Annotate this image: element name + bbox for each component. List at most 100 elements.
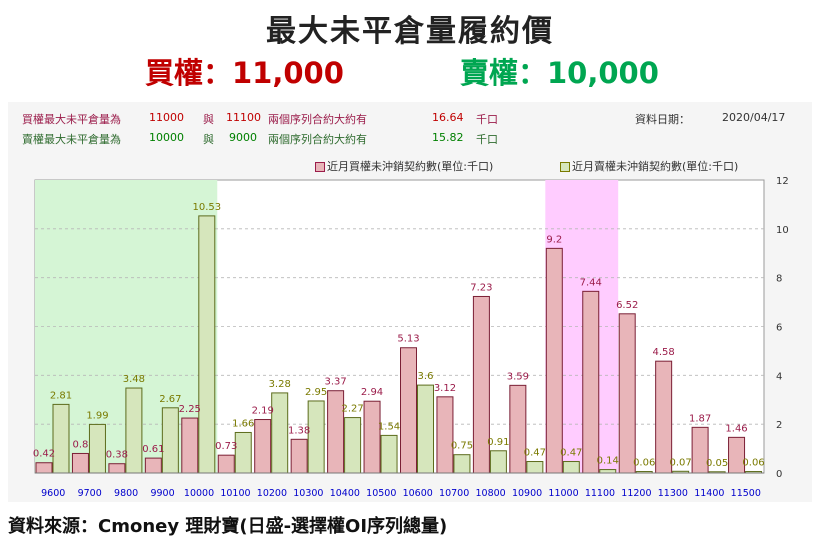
x-tick-label: 10300	[293, 488, 323, 499]
put-bar	[562, 461, 580, 474]
y-tick-label: 8	[776, 274, 782, 285]
x-tick-label: 9800	[114, 488, 138, 499]
x-tick-label: 10900	[512, 488, 542, 499]
put-data-label: 3.6	[418, 371, 434, 382]
put-bar	[489, 450, 507, 474]
call-data-label: 4.58	[653, 347, 675, 358]
call-data-label: 2.25	[179, 404, 201, 415]
put-data-label: 0.75	[451, 441, 473, 452]
call-bar	[71, 452, 89, 474]
put-data-label: 0.06	[742, 458, 764, 469]
data-source-footer: 資料來源：Cmoney 理財寶(日盛-選擇權OI序列總量)	[8, 516, 448, 537]
put-data-label: 1.66	[232, 418, 254, 429]
put-bar	[161, 407, 179, 474]
call-data-label: 2.19	[252, 406, 274, 417]
put-data-label: 2.27	[341, 404, 363, 415]
call-bar	[436, 396, 454, 474]
call-data-label: 3.59	[507, 371, 529, 382]
put-bar	[198, 215, 216, 474]
x-tick-label: 10000	[184, 488, 214, 499]
call-bar	[254, 419, 272, 474]
x-tick-label: 10700	[439, 488, 469, 499]
x-tick-label: 11300	[658, 488, 688, 499]
put-data-label: 0.06	[633, 458, 655, 469]
put-data-label: 0.91	[487, 437, 509, 448]
call-data-label: 2.94	[361, 387, 383, 398]
call-data-label: 0.42	[33, 449, 55, 460]
x-tick-label: 10800	[476, 488, 506, 499]
call-bar	[108, 463, 126, 474]
x-tick-label: 11100	[585, 488, 615, 499]
call-data-label: 7.44	[580, 277, 602, 288]
put-bar	[344, 417, 362, 474]
x-tick-label: 9700	[78, 488, 102, 499]
y-tick-label: 4	[776, 371, 782, 382]
call-bar	[144, 457, 162, 474]
call-data-label: 0.38	[106, 450, 128, 461]
y-tick-label: 0	[776, 469, 782, 480]
put-bar	[88, 423, 106, 474]
y-tick-label: 12	[776, 176, 789, 187]
put-data-label: 2.95	[305, 387, 327, 398]
put-bar	[453, 454, 471, 474]
call-data-label: 0.8	[72, 439, 88, 450]
call-bar	[181, 417, 199, 474]
x-tick-label: 10500	[366, 488, 396, 499]
x-tick-label: 11000	[548, 488, 578, 499]
x-tick-label: 11500	[731, 488, 761, 499]
call-data-label: 0.73	[215, 441, 237, 452]
call-bar	[618, 313, 636, 474]
call-data-label: 1.87	[689, 413, 711, 424]
call-data-label: 9.2	[546, 234, 562, 245]
call-data-label: 3.12	[434, 383, 456, 394]
put-bar	[307, 400, 325, 474]
call-data-label: 1.38	[288, 425, 310, 436]
put-bar	[380, 434, 398, 474]
put-data-label: 10.53	[192, 202, 221, 213]
put-data-label: 0.14	[597, 456, 619, 467]
call-data-label: 6.52	[616, 300, 638, 311]
y-tick-label: 10	[776, 225, 789, 236]
call-bar	[545, 247, 563, 474]
put-bar	[417, 384, 434, 474]
call-data-label: 0.61	[142, 444, 164, 455]
put-bar	[271, 392, 289, 474]
x-tick-label: 9600	[41, 488, 65, 499]
x-tick-label: 10100	[220, 488, 250, 499]
call-bar	[290, 438, 308, 474]
y-tick-label: 6	[776, 323, 782, 334]
put-data-label: 3.28	[269, 379, 291, 390]
put-data-label: 3.48	[123, 374, 145, 385]
call-data-label: 3.37	[324, 377, 346, 388]
put-data-label: 0.47	[524, 448, 546, 459]
put-bar	[125, 387, 143, 474]
put-bar	[52, 403, 70, 474]
call-bar	[363, 400, 381, 474]
oi-bar-chart: 0 2 4 6 8 10 12 0.42 2.81 9600 0.8 1.99 9700 0.38 3.48…	[33, 176, 789, 499]
put-data-label: 0.05	[706, 458, 728, 469]
call-bar	[217, 454, 235, 474]
put-data-label: 0.07	[670, 457, 692, 468]
call-data-label: 7.23	[470, 282, 492, 293]
call-bar	[582, 290, 600, 474]
put-data-label: 2.81	[50, 390, 72, 401]
x-tick-label: 11400	[694, 488, 724, 499]
call-bar	[400, 347, 417, 474]
x-tick-label: 9900	[150, 488, 174, 499]
call-bar	[509, 384, 527, 474]
put-bar	[526, 461, 544, 474]
call-data-label: 5.13	[397, 334, 419, 345]
put-data-label: 1.99	[86, 410, 108, 421]
call-bar	[655, 360, 673, 474]
call-data-label: 1.46	[725, 423, 747, 434]
x-tick-label: 10600	[403, 488, 433, 499]
put-data-label: 1.54	[378, 421, 400, 432]
put-data-label: 0.47	[560, 448, 582, 459]
x-tick-label: 10400	[330, 488, 360, 499]
call-bar	[35, 462, 53, 474]
y-tick-label: 2	[776, 420, 782, 431]
x-tick-label: 11200	[621, 488, 651, 499]
x-tick-label: 10200	[257, 488, 287, 499]
put-bar	[234, 431, 252, 474]
put-bar	[599, 469, 617, 474]
